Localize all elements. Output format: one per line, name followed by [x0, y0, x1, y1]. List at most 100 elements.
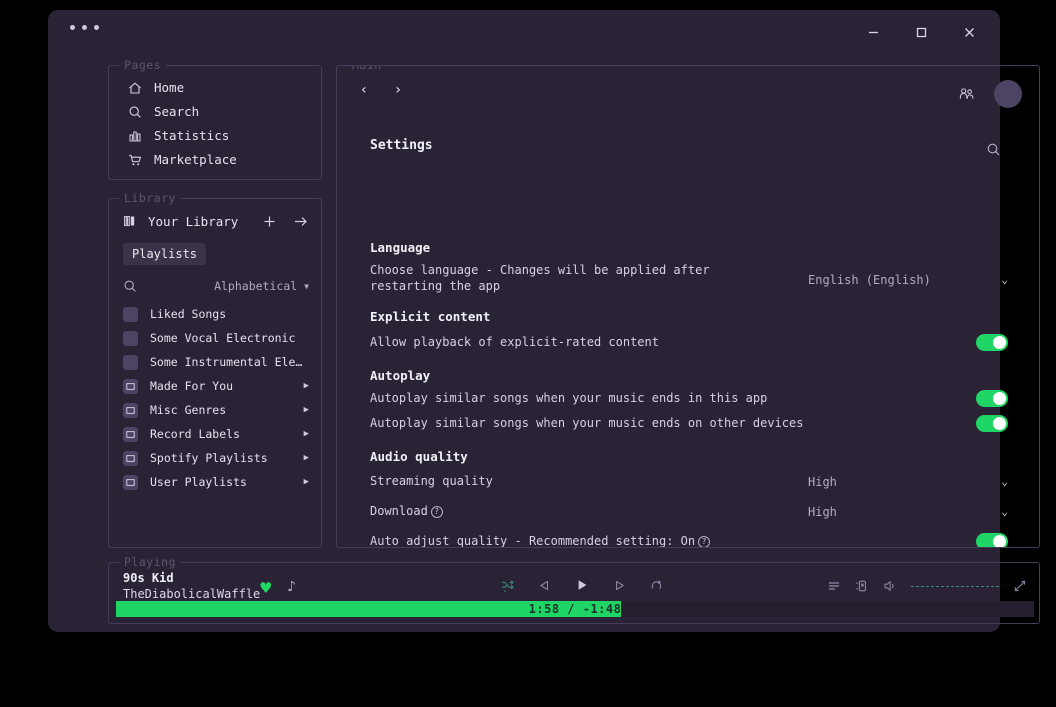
list-item[interactable]: Misc Genres ▶: [123, 401, 309, 419]
like-icon[interactable]: ♥: [259, 579, 272, 597]
chevron-right-icon: ▶: [303, 381, 309, 391]
people-icon: [959, 88, 974, 99]
list-item-label: Misc Genres: [150, 403, 227, 417]
plus-icon: [264, 216, 275, 226]
volume-icon[interactable]: [883, 579, 897, 593]
minimize-button[interactable]: [856, 20, 890, 44]
repeat-button[interactable]: [650, 579, 663, 592]
sidebar-item-statistics[interactable]: Statistics: [127, 128, 229, 143]
minimize-icon: [868, 31, 878, 33]
playback-time-inverted-text: 1:58 / -1:48: [528, 602, 621, 616]
folder-icon: [123, 426, 138, 442]
toggle-knob: [993, 417, 1006, 430]
list-item[interactable]: User Playlists ▶: [123, 473, 309, 491]
download-quality-dropdown[interactable]: High ⌄: [808, 503, 1008, 520]
list-item[interactable]: Made For You ▶: [123, 377, 309, 395]
toggle-knob: [993, 336, 1006, 349]
autoplay-other-devices-toggle[interactable]: [976, 415, 1008, 432]
list-item-label: Liked Songs: [150, 307, 227, 321]
folder-icon: [123, 474, 138, 490]
back-button[interactable]: ‹: [357, 82, 371, 98]
setting-description: Autoplay similar songs when your music e…: [370, 416, 804, 430]
streaming-quality-dropdown[interactable]: High ⌄: [808, 473, 1008, 490]
chevron-down-icon: ▼: [304, 281, 309, 291]
bar-chart-icon: [127, 128, 142, 143]
list-item[interactable]: Record Labels ▶: [123, 425, 309, 443]
lyrics-icon[interactable]: ♪: [287, 579, 296, 595]
chevron-down-icon: ⌄: [1001, 273, 1008, 286]
list-item[interactable]: Liked Songs: [123, 305, 309, 323]
page-title: Settings: [370, 138, 433, 153]
player-panel: Playing 90s Kid TheDiabolicalWaffle ♥ ♪: [108, 555, 1040, 624]
progress-bar[interactable]: 1:58 / -1:48 1:58 / -1:48: [116, 601, 1034, 617]
window-menu-dots[interactable]: [70, 25, 99, 30]
chevron-right-icon: ▶: [303, 453, 309, 463]
help-icon[interactable]: ?: [698, 536, 711, 547]
sort-order-dropdown[interactable]: Alphabetical ▼: [214, 279, 309, 293]
chevron-down-icon: ⌄: [1001, 505, 1008, 518]
devices-button[interactable]: [855, 579, 869, 593]
tab-playlists[interactable]: Playlists: [123, 243, 207, 265]
sidebar-item-search[interactable]: Search: [127, 104, 199, 119]
search-icon: [987, 143, 1000, 156]
add-playlist-button[interactable]: [262, 214, 277, 229]
queue-button[interactable]: [827, 579, 841, 593]
streaming-quality-value: High: [808, 474, 837, 489]
sidebar-item-label: Statistics: [154, 128, 230, 143]
list-item[interactable]: Some Instrumental Ele…: [123, 353, 309, 371]
shopping-cart-icon: [127, 152, 142, 167]
sidebar-item-label: Home: [154, 80, 185, 95]
section-heading-autoplay: Autoplay: [370, 368, 431, 383]
sidebar-item-marketplace[interactable]: Marketplace: [127, 152, 237, 167]
list-item-label: Made For You: [150, 379, 234, 393]
setting-row-language: Choose language - Changes will be applie…: [370, 262, 1008, 296]
next-icon: [615, 580, 624, 590]
volume-slider[interactable]: [911, 585, 999, 587]
list-item[interactable]: Spotify Playlists ▶: [123, 449, 309, 467]
auto-adjust-quality-toggle[interactable]: [976, 533, 1008, 547]
app-window: Pages Home Search Statistics Marketplace…: [48, 10, 1040, 632]
library-legend: Library: [119, 191, 181, 205]
previous-button[interactable]: [538, 579, 551, 592]
setting-row-autoplay-this-app: Autoplay similar songs when your music e…: [370, 390, 1008, 408]
pages-legend: Pages: [119, 58, 167, 72]
close-button[interactable]: [952, 20, 986, 44]
sidebar-item-label: Marketplace: [154, 152, 237, 167]
settings-search-button[interactable]: [986, 142, 1001, 157]
setting-description: Allow playback of explicit-rated content: [370, 335, 659, 349]
fullscreen-button[interactable]: [1013, 579, 1027, 593]
list-item-label: Spotify Playlists: [150, 451, 268, 465]
friends-activity-button[interactable]: [958, 86, 975, 103]
play-button[interactable]: [575, 578, 589, 592]
library-icon: [123, 214, 137, 228]
setting-row-auto-adjust-quality: Auto adjust quality - Recommended settin…: [370, 533, 1008, 548]
library-title: Your Library: [148, 213, 239, 229]
play-icon: [578, 580, 587, 590]
setting-row-download-quality: Download? High ⌄: [370, 503, 1008, 521]
explicit-content-toggle[interactable]: [976, 334, 1008, 351]
title-bar: [48, 10, 1000, 52]
sidebar-item-home[interactable]: Home: [127, 80, 184, 95]
auto-adjust-label: Auto adjust quality - Recommended settin…: [370, 534, 696, 548]
library-header: Your Library: [123, 211, 309, 231]
setting-description: Auto adjust quality - Recommended settin…: [370, 533, 840, 548]
expand-library-button[interactable]: [293, 214, 309, 229]
settings-scroll-area[interactable]: Language Choose language - Changes will …: [337, 178, 1039, 548]
section-heading-language: Language: [370, 240, 431, 255]
library-search-icon[interactable]: [123, 279, 137, 293]
language-value: English (English): [808, 272, 931, 287]
next-button[interactable]: [613, 579, 626, 592]
language-dropdown[interactable]: English (English) ⌄: [808, 271, 1008, 288]
list-item-label: Some Instrumental Ele…: [150, 355, 303, 369]
autoplay-this-app-toggle[interactable]: [976, 390, 1008, 407]
avatar[interactable]: [994, 80, 1022, 108]
main-panel: Main ‹ › Settings Language Choose langua…: [336, 65, 1040, 548]
list-item[interactable]: Some Vocal Electronic: [123, 329, 309, 347]
shuffle-button[interactable]: [501, 579, 514, 592]
maximize-button[interactable]: [904, 20, 938, 44]
setting-description: Streaming quality: [370, 474, 493, 488]
forward-button[interactable]: ›: [391, 82, 405, 98]
library-panel: Library Your Library Playlists Alphabeti…: [108, 191, 322, 548]
playback-time-inverted: 1:58 / -1:48: [116, 601, 621, 617]
help-icon[interactable]: ?: [430, 506, 443, 518]
